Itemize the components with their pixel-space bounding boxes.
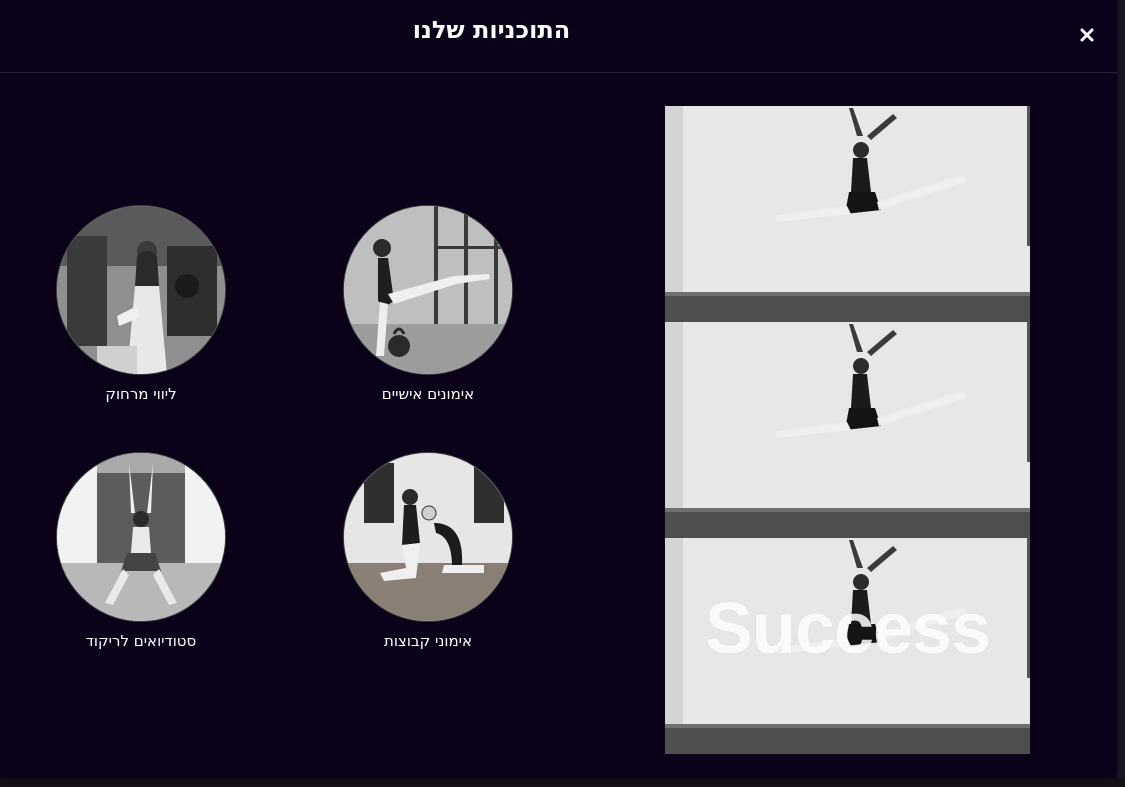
gym-remote-coaching-photo (56, 205, 226, 375)
page-backdrop-right (1117, 0, 1125, 787)
program-card-personal-training[interactable]: אימונים אישיים (298, 205, 558, 403)
program-card-remote-coaching[interactable]: ליווי מרחוק (11, 205, 271, 403)
modal-header: התוכניות שלנו (0, 0, 1117, 73)
close-button[interactable] (1072, 20, 1102, 50)
split-leap-dancer-photo: Success (665, 106, 1030, 754)
page-backdrop-bottom (0, 778, 1125, 787)
hero-watermark: Success (704, 589, 991, 669)
program-label: ליווי מרחוק (105, 385, 177, 403)
kettlebell-training-photo (343, 205, 513, 375)
close-icon (1080, 28, 1094, 42)
program-label: סטודיואים לריקוד (85, 632, 197, 650)
program-card-group-training[interactable]: אימוני קבוצות (298, 452, 558, 650)
modal-title: התוכניות שלנו (412, 16, 571, 44)
program-card-dance-studios[interactable]: סטודיואים לריקוד (11, 452, 271, 650)
program-label: אימוני קבוצות (383, 632, 473, 650)
program-label: אימונים אישיים (381, 385, 475, 403)
programs-modal: התוכניות שלנו אימונים אישיים ליווי מרחוק… (0, 0, 1117, 778)
group-stretching-photo (343, 452, 513, 622)
dance-studio-photo (56, 452, 226, 622)
